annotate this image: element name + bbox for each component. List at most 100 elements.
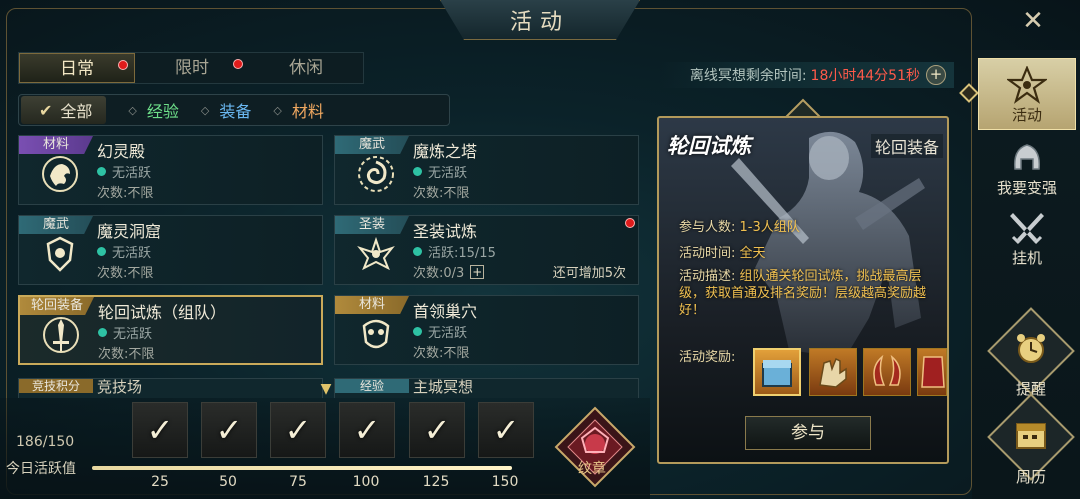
participants-value: 1-3人组队 [739, 220, 800, 235]
card-status-text: 无活跃 [428, 326, 468, 341]
status-dot [97, 247, 106, 256]
card-name: 魔炼之塔 [413, 142, 478, 161]
status-dot [413, 327, 422, 336]
tab-limited-label: 限时 [175, 58, 209, 78]
reward-item-horns[interactable] [863, 348, 911, 396]
filter-all-label: 全部 [60, 102, 93, 121]
status-dot [413, 167, 422, 176]
star-emblem-icon [1007, 66, 1047, 104]
join-button[interactable]: 参与 [745, 416, 871, 450]
filter-equipment[interactable]: ◇ 装备 [201, 98, 251, 122]
swirl-emblem-icon [353, 151, 399, 197]
participants-line: 参与人数: 1-3人组队 [679, 216, 800, 235]
timer-label: 离线冥想剩余时间: [689, 68, 807, 84]
activity-card-partial[interactable]: 竞技积分 竞技场 [18, 378, 323, 398]
filter-bar: ✔ 全部 ◇ 经验 ◇ 装备 ◇ 材料 [18, 94, 450, 126]
activity-card-partial[interactable]: 经验 主城冥想 [334, 378, 639, 398]
filter-equipment-label: 装备 [219, 102, 252, 121]
time-label: 活动时间: [679, 246, 736, 261]
card-name: 主城冥想 [413, 378, 474, 396]
checkmark-icon: ✓ [353, 411, 381, 449]
filter-exp-label: 经验 [146, 102, 179, 121]
detail-title: 轮回试炼 [667, 133, 751, 158]
filter-material[interactable]: ◇ 材料 [273, 98, 323, 122]
activity-card[interactable]: 魔武 魔炼之塔 无活跃 次数:不限 [334, 135, 639, 205]
status-dot [98, 328, 107, 337]
card-status-text: 无活跃 [112, 246, 152, 261]
activity-card[interactable]: 材料 幻灵殿 无活跃 次数:不限 [18, 135, 323, 205]
reward-item-chest[interactable] [753, 348, 801, 396]
reward-chest-75[interactable]: ✓ [270, 402, 326, 458]
checkmark-icon: ✓ [215, 411, 243, 449]
activity-card[interactable]: 材料 首领巢穴 无活跃 次数:不限 [334, 295, 639, 365]
sidebar-item-get-stronger[interactable]: 我要变强 [978, 130, 1076, 202]
armor-icon [921, 356, 945, 388]
milestone-label: 75 [289, 474, 307, 490]
calendar-icon [1016, 423, 1046, 449]
mask-emblem-icon [353, 311, 399, 357]
card-tag: 经验 [335, 379, 409, 393]
activity-card[interactable]: 魔武 魔灵洞窟 无活跃 次数:不限 [18, 215, 323, 285]
notification-dot [233, 59, 243, 69]
chest-icon [762, 360, 792, 387]
sword-emblem-icon [38, 312, 84, 358]
reward-item-partial[interactable] [917, 348, 947, 396]
tab-leisure-label: 休闲 [289, 58, 323, 78]
shield-emblem-icon [37, 231, 83, 277]
card-name: 幻灵殿 [97, 142, 146, 161]
activity-label: 今日活跃值 [6, 461, 76, 477]
sidebar-item-activity[interactable]: 活动 [978, 58, 1076, 130]
filter-exp[interactable]: ◇ 经验 [128, 98, 178, 122]
reward-chest-150[interactable]: ✓ [478, 402, 534, 458]
gauntlet-icon [819, 357, 847, 388]
activity-card-selected[interactable]: 轮回装备 轮回试炼（组队） 无活跃 次数:不限 [18, 295, 323, 365]
card-status: 无活跃 [97, 242, 151, 261]
filter-all[interactable]: ✔ 全部 [21, 96, 107, 124]
timer-value: 18小时44分51秒 [810, 68, 920, 84]
tab-leisure[interactable]: 休闲 [249, 53, 363, 83]
checkmark-icon: ✓ [492, 411, 520, 449]
activity-card[interactable]: 圣装 圣装试炼 活跃:15/15 次数:0/3 + 还可增加5次 [334, 215, 639, 285]
card-status-text: 无活跃 [428, 166, 468, 181]
milestone-label: 100 [352, 474, 380, 490]
wing-emblem-icon [353, 231, 399, 277]
card-status-text: 无活跃 [112, 166, 152, 181]
helmet-icon [1014, 144, 1040, 170]
reward-item-gauntlet[interactable] [809, 348, 857, 396]
add-count-button[interactable]: + [470, 264, 485, 279]
card-count: 次数:不限 [413, 186, 470, 201]
crest-label: 纹章 [578, 461, 606, 477]
card-status-text: 活跃:15/15 [428, 246, 496, 261]
category-tabs: 日常 限时 休闲 [18, 52, 364, 84]
reward-chest-100[interactable]: ✓ [339, 402, 395, 458]
tab-daily-label: 日常 [60, 59, 94, 79]
title-bar: 活动 [440, 0, 640, 40]
scroll-down-icon[interactable]: ▼ [316, 382, 336, 396]
tab-daily[interactable]: 日常 [19, 53, 135, 83]
sidebar-item-idle[interactable]: 挂机 [978, 200, 1076, 272]
milestone-label: 125 [422, 474, 450, 490]
reward-chest-50[interactable]: ✓ [201, 402, 257, 458]
notification-dot [118, 60, 128, 70]
card-status: 无活跃 [98, 323, 152, 342]
sidebar-item-label: 活动 [1011, 106, 1042, 124]
activity-value: 186/150 [16, 434, 75, 450]
milestone-label: 25 [151, 474, 169, 490]
card-count-text: 次数:0/3 [413, 266, 465, 281]
reward-chest-125[interactable]: ✓ [409, 402, 465, 458]
checkmark-icon: ✓ [284, 411, 312, 449]
filter-material-label: 材料 [291, 102, 324, 121]
card-status: 活跃:15/15 [413, 242, 496, 261]
milestone-label: 50 [219, 474, 237, 490]
add-time-button[interactable]: + [926, 65, 946, 85]
card-extra-note: 还可增加5次 [552, 266, 626, 281]
lion-emblem-icon [37, 151, 83, 197]
sidebar-item-label: 我要变强 [996, 179, 1057, 197]
activity-detail-panel: 轮回试炼 轮回装备 参与人数: 1-3人组队 活动时间: 全天 活动描述: 组队… [657, 116, 949, 464]
tab-limited[interactable]: 限时 [135, 53, 249, 83]
reward-chest-25[interactable]: ✓ [132, 402, 188, 458]
status-dot [413, 247, 422, 256]
alarm-clock-icon [1017, 334, 1045, 363]
card-status: 无活跃 [413, 322, 467, 341]
close-button[interactable]: ✕ [1018, 6, 1048, 36]
